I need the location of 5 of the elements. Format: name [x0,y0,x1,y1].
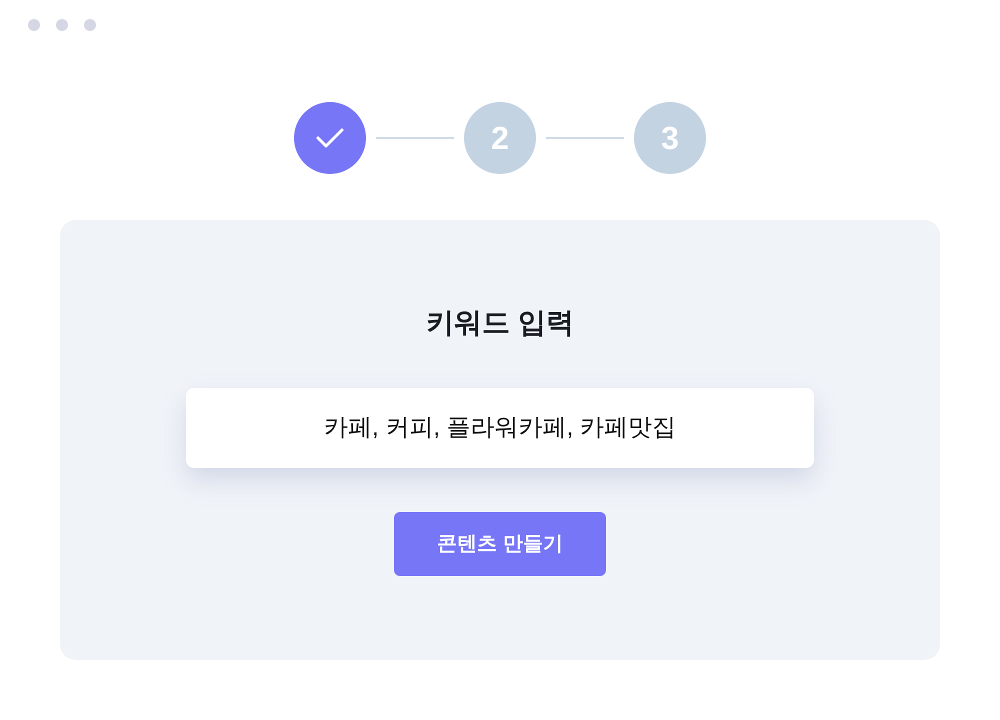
card-title: 키워드 입력 [426,306,574,340]
step-number: 2 [464,102,536,174]
create-content-button[interactable]: 콘텐츠 만들기 [394,512,606,576]
keyword-input-field[interactable]: 카페, 커피, 플라워카페, 카페맛집 [186,388,814,468]
step-number: 3 [634,102,706,174]
